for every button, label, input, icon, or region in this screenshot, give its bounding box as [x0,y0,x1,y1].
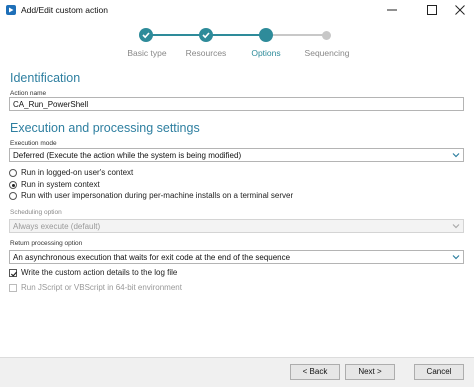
run-64bit-checkbox [9,284,17,292]
cancel-button[interactable]: Cancel [414,364,464,380]
app-icon [6,5,16,15]
scheduling-option-select: Always execute (default) [9,219,464,233]
maximize-icon[interactable] [424,2,440,18]
write-log-checkbox[interactable] [9,269,18,277]
step-resources-dot [199,28,213,42]
execution-mode-label: Execution mode [10,140,57,147]
action-name-label: Action name [10,90,47,97]
radio-button-selected[interactable] [9,181,17,189]
dialog-footer: < Back Next > Cancel [0,357,474,387]
chevron-down-icon [452,153,460,158]
chevron-down-icon [452,255,460,260]
progress-line-pending [266,34,326,36]
return-processing-value: An asynchronous execution that waits for… [13,253,291,262]
execution-mode-select[interactable]: Deferred (Execute the action while the s… [9,148,464,162]
chevron-down-icon [452,224,460,229]
radio-label: Run with user impersonation during per-m… [21,191,294,200]
run-64bit-label: Run JScript or VBScript in 64-bit enviro… [21,283,182,292]
execution-mode-value: Deferred (Execute the action while the s… [13,151,242,160]
wizard-progress: Basic type Resources Options Sequencing [0,22,474,62]
checkmark-icon [10,271,18,277]
window-title: Add/Edit custom action [21,5,108,15]
scheduling-option-value: Always execute (default) [13,222,101,231]
step-sequencing-dot [322,30,331,40]
radio-label: Run in system context [21,180,100,189]
checkmark-icon [202,32,210,39]
action-name-input[interactable]: CA_Run_PowerShell [9,97,464,111]
step-basic-type-dot [139,28,153,42]
next-button[interactable]: Next > [345,364,395,380]
scheduling-option-label: Scheduling option [10,209,62,216]
progress-line-done [206,34,260,36]
close-icon[interactable] [452,2,468,18]
radio-label: Run in logged-on user's context [21,168,134,177]
back-button[interactable]: < Back [290,364,340,380]
return-processing-select[interactable]: An asynchronous execution that waits for… [9,250,464,264]
identification-heading: Identification [10,71,81,85]
return-processing-label: Return processing option [10,240,83,247]
title-bar: Add/Edit custom action [0,0,474,20]
checkmark-icon [142,32,150,39]
radio-button[interactable] [9,169,17,177]
progress-line-done [146,34,206,36]
step-options-dot [259,28,273,42]
minimize-icon[interactable] [384,2,400,18]
radio-button[interactable] [9,192,17,200]
execution-heading: Execution and processing settings [10,121,200,135]
step-label-sequencing: Sequencing [304,48,350,58]
write-log-label: Write the custom action details to the l… [21,268,178,277]
